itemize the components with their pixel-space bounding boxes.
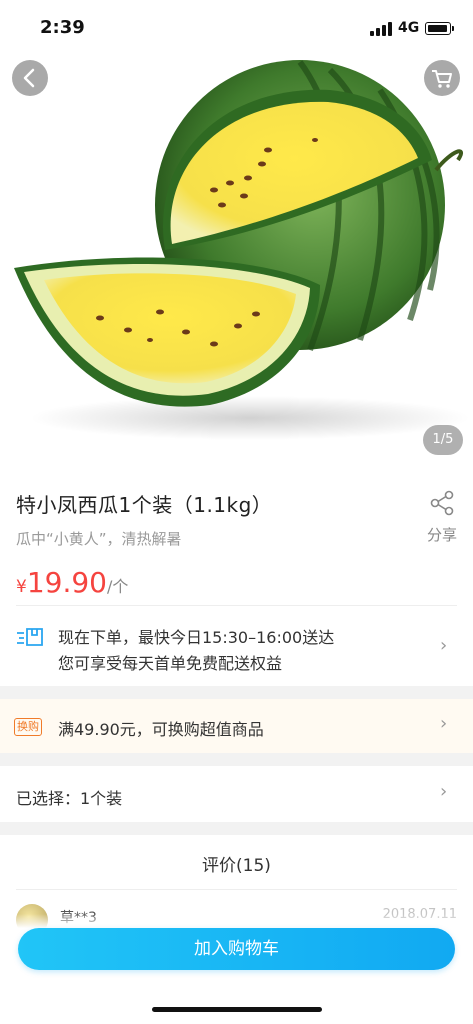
price-currency: ¥ bbox=[16, 577, 27, 597]
network-label: 4G bbox=[398, 20, 420, 36]
status-bar: 2:39 4G bbox=[0, 0, 473, 44]
promo-row[interactable]: 换购 满49.90元，可换购超值商品 › bbox=[0, 699, 473, 753]
share-icon bbox=[430, 490, 454, 516]
product-title: 特小凤西瓜1个装（1.1kg） bbox=[16, 493, 273, 517]
promo-text: 满49.90元，可换购超值商品 bbox=[58, 720, 264, 739]
product-subtitle: 瓜中“小黄人”，清热解暑 bbox=[16, 530, 182, 548]
share-label: 分享 bbox=[426, 526, 457, 544]
watermelon-illustration bbox=[14, 60, 470, 440]
promo-badge: 换购 bbox=[14, 718, 42, 736]
delivery-time: 现在下单，最快今日15:30–16:00送达 bbox=[58, 628, 335, 647]
reviews-title[interactable]: 评价(15) bbox=[0, 851, 473, 876]
price-value: 19.90 bbox=[26, 566, 107, 599]
back-icon bbox=[23, 68, 35, 88]
home-indicator[interactable] bbox=[152, 1007, 322, 1012]
divider bbox=[16, 605, 457, 606]
price-unit: /个 bbox=[107, 577, 129, 596]
back-button[interactable] bbox=[12, 60, 48, 96]
delivery-icon bbox=[17, 628, 43, 646]
cart-icon bbox=[432, 70, 452, 88]
divider bbox=[16, 889, 457, 890]
selection-chevron-right-icon: › bbox=[440, 781, 448, 802]
selection-text: 已选择：1个装 bbox=[16, 789, 123, 808]
product-image[interactable]: 1/5 bbox=[0, 0, 473, 472]
promo-chevron-right-icon: › bbox=[440, 713, 448, 734]
delivery-chevron-right-icon[interactable]: › bbox=[440, 635, 447, 656]
share-button[interactable]: 分享 bbox=[422, 490, 462, 545]
signal-icon bbox=[370, 22, 394, 36]
delivery-benefit: 您可享受每天首单免费配送权益 bbox=[58, 654, 283, 673]
variant-selection-row[interactable]: 已选择：1个装 › bbox=[0, 766, 473, 822]
cart-button[interactable] bbox=[424, 60, 460, 96]
battery-icon bbox=[425, 22, 454, 35]
image-pager: 1/5 bbox=[423, 425, 463, 455]
product-price: ¥19.90/个 bbox=[16, 566, 128, 599]
product-info: 特小凤西瓜1个装（1.1kg） 瓜中“小黄人”，清热解暑 分享 ¥19.90/个… bbox=[0, 472, 473, 686]
status-time: 2:39 bbox=[40, 17, 85, 38]
add-to-cart-button[interactable]: 加入购物车 bbox=[18, 928, 455, 970]
